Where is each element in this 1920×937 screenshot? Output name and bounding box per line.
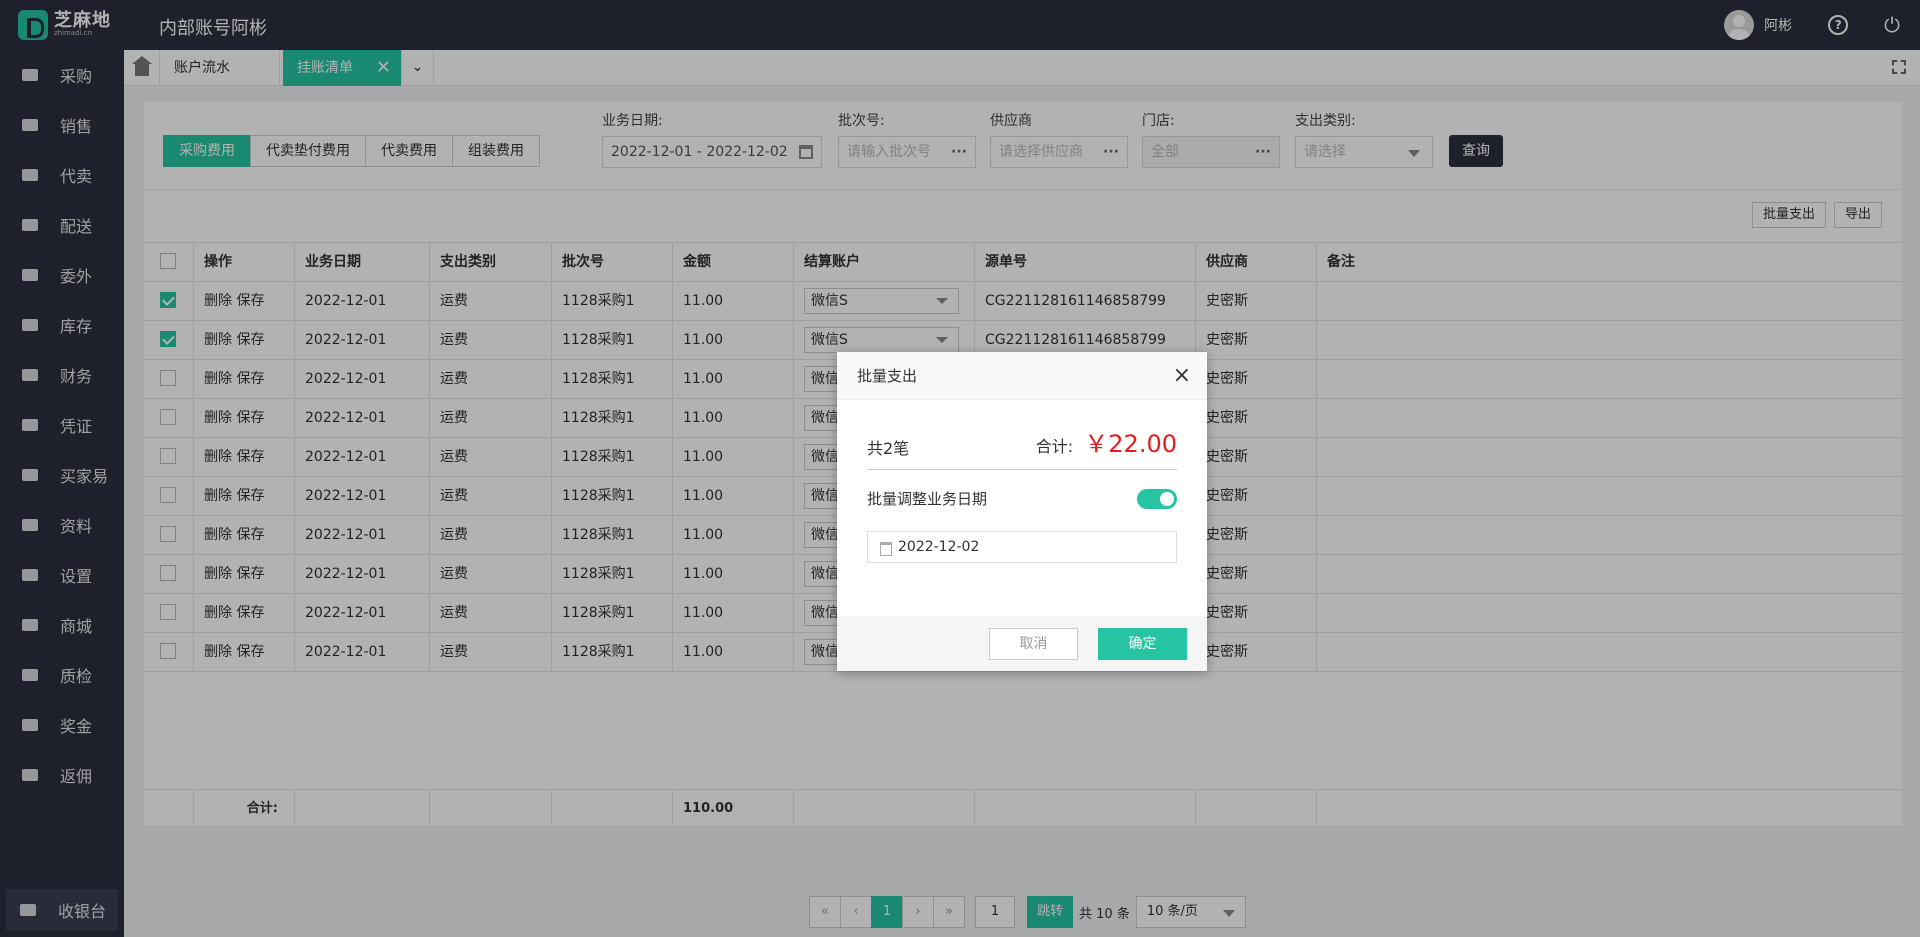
- total-wrap: 合计: ￥22.00: [1036, 424, 1177, 459]
- business-date-input[interactable]: 2022-12-02: [867, 531, 1177, 563]
- close-icon[interactable]: ×: [1173, 352, 1191, 400]
- batch-pay-dialog: 批量支出 × 共2笔 合计: ￥22.00 批量调整业务日期 2022-12-0…: [837, 352, 1207, 671]
- dialog-header: 批量支出 ×: [837, 352, 1207, 400]
- dialog-body: 共2笔 合计: ￥22.00 批量调整业务日期 2022-12-02: [837, 400, 1207, 563]
- summary-line: 共2笔 合计: ￥22.00: [867, 424, 1177, 470]
- adjust-date-label: 批量调整业务日期: [867, 490, 988, 508]
- business-date-value: 2022-12-02: [898, 539, 980, 555]
- total-amount: ￥22.00: [1084, 430, 1177, 458]
- dialog-title: 批量支出: [857, 367, 918, 385]
- adjust-date-row: 批量调整业务日期: [867, 488, 1177, 509]
- total-label: 合计:: [1035, 437, 1074, 456]
- dialog-footer: 取消 确定: [837, 616, 1207, 671]
- record-count: 共2笔: [867, 439, 910, 458]
- confirm-button[interactable]: 确定: [1098, 628, 1187, 660]
- cancel-button[interactable]: 取消: [989, 628, 1078, 660]
- adjust-date-toggle[interactable]: [1137, 488, 1177, 509]
